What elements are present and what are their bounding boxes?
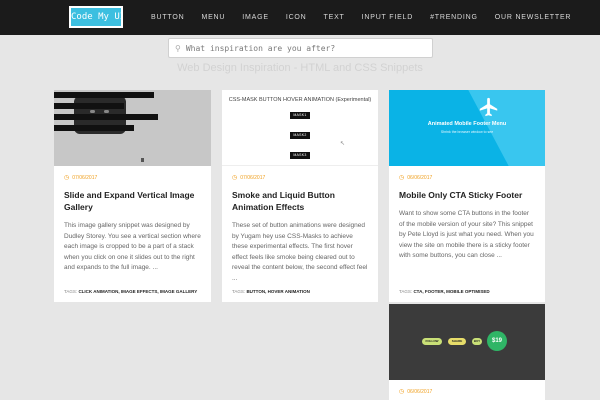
- post-card[interactable]: FOLLOW SHARE BUY $19 ◷ 06/06/2017: [389, 304, 545, 400]
- airplane-icon: [479, 97, 498, 117]
- nav-button[interactable]: BUTTON: [151, 14, 184, 21]
- post-date-text: 07/06/2017: [72, 174, 98, 181]
- gallery-strip: [54, 114, 158, 120]
- post-excerpt: Want to show some CTA buttons in the foo…: [399, 210, 534, 259]
- post-thumbnail[interactable]: Animated Mobile Footer Menu Shrink the b…: [389, 90, 545, 166]
- post-thumbnail[interactable]: FOLLOW SHARE BUY $19: [389, 304, 545, 380]
- thumbnail-image-detail: [104, 110, 109, 113]
- clock-icon: ◷: [64, 175, 70, 181]
- mask-button: MASK2: [290, 132, 310, 139]
- thumbnail-title: Animated Mobile Footer Menu: [427, 121, 507, 127]
- tags-label: TAGS:: [64, 289, 78, 294]
- search-input[interactable]: [185, 43, 416, 53]
- share-pill: SHARE: [448, 338, 466, 345]
- follow-pill: FOLLOW: [422, 338, 442, 345]
- mask-button: MASK3: [290, 152, 310, 159]
- tags-list[interactable]: CTA, FOOTER, MOBILE OPTIMISED: [413, 289, 489, 294]
- nav-text[interactable]: TEXT: [324, 14, 345, 21]
- post-card[interactable]: ◷ 07/06/2017 Slide and Expand Vertical I…: [54, 90, 211, 302]
- nav-input-field[interactable]: INPUT FIELD: [362, 14, 413, 21]
- cursor-icon: ↖: [340, 141, 346, 147]
- gallery-strip: [54, 125, 134, 131]
- post-thumbnail[interactable]: [54, 90, 211, 166]
- post-tags: TAGS: CTA, FOOTER, MOBILE OPTIMISED: [399, 289, 490, 294]
- mask-button: MASK1: [290, 112, 310, 119]
- post-date-text: 06/06/2017: [407, 388, 433, 395]
- post-date: ◷ 07/06/2017: [64, 174, 201, 182]
- price-badge: $19: [487, 331, 507, 351]
- clock-icon: ◷: [399, 389, 405, 395]
- thumbnail-caption: CSS-MASK BUTTON HOVER ANIMATION (Experim…: [228, 97, 372, 103]
- search-bar[interactable]: ⚲: [168, 38, 433, 58]
- post-title[interactable]: Smoke and Liquid Button Animation Effect…: [232, 189, 368, 213]
- thumbnail-image-detail: [90, 110, 95, 113]
- main-nav: BUTTON MENU IMAGE ICON TEXT INPUT FIELD …: [151, 0, 588, 35]
- post-date: ◷ 07/06/2017: [232, 174, 368, 182]
- post-title[interactable]: Slide and Expand Vertical Image Gallery: [64, 189, 201, 213]
- post-card[interactable]: CSS-MASK BUTTON HOVER ANIMATION (Experim…: [222, 90, 378, 302]
- clock-icon: ◷: [232, 175, 238, 181]
- gallery-strip: [54, 103, 124, 109]
- tags-list[interactable]: CLICK ANIMATION, IMAGE EFFECTS, IMAGE GA…: [78, 289, 197, 294]
- post-tags: TAGS: BUTTON, HOVER ANIMATION: [232, 289, 310, 294]
- nav-menu[interactable]: MENU: [201, 14, 225, 21]
- nav-trending[interactable]: #TRENDING: [430, 14, 478, 21]
- hero-title: Web Design Inspiration - HTML and CSS Sn…: [177, 62, 423, 74]
- tags-label: TAGS:: [232, 289, 246, 294]
- post-excerpt: This image gallery snippet was designed …: [64, 222, 201, 271]
- nav-newsletter[interactable]: OUR NEWSLETTER: [495, 14, 572, 21]
- buy-pill: BUY: [472, 338, 482, 345]
- post-date-text: 06/06/2017: [407, 174, 433, 181]
- post-excerpt: These set of button animations were desi…: [232, 222, 368, 282]
- thumbnail-subtitle: Shrink the browser window to see: [440, 130, 494, 134]
- site-logo[interactable]: Code My UI: [69, 6, 123, 28]
- post-title[interactable]: Mobile Only CTA Sticky Footer: [399, 189, 535, 201]
- gallery-strip: [54, 92, 154, 98]
- nav-icon[interactable]: ICON: [286, 14, 307, 21]
- post-date: ◷ 06/06/2017: [399, 174, 535, 182]
- cursor-icon: [141, 158, 144, 162]
- tags-list[interactable]: BUTTON, HOVER ANIMATION: [246, 289, 309, 294]
- post-tags: TAGS: CLICK ANIMATION, IMAGE EFFECTS, IM…: [64, 289, 197, 294]
- post-date-text: 07/06/2017: [240, 174, 266, 181]
- tags-label: TAGS:: [399, 289, 413, 294]
- search-icon: ⚲: [175, 43, 181, 53]
- post-thumbnail[interactable]: CSS-MASK BUTTON HOVER ANIMATION (Experim…: [222, 90, 378, 166]
- clock-icon: ◷: [399, 175, 405, 181]
- post-date: ◷ 06/06/2017: [399, 388, 535, 396]
- post-card[interactable]: Animated Mobile Footer Menu Shrink the b…: [389, 90, 545, 302]
- top-navbar: Code My UI BUTTON MENU IMAGE ICON TEXT I…: [0, 0, 600, 35]
- nav-image[interactable]: IMAGE: [242, 14, 269, 21]
